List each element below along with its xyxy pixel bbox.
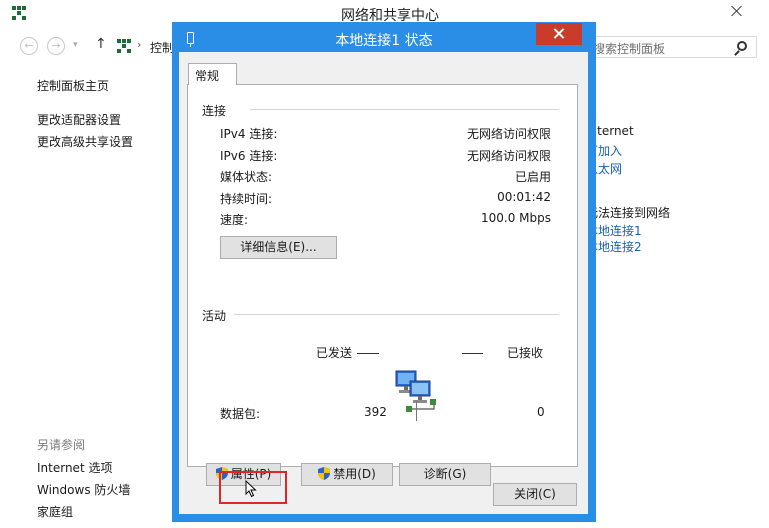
media-state-label: 媒体状态: [220, 170, 273, 184]
mouse-cursor-icon [245, 480, 257, 498]
search-input[interactable]: 搜索控制面板 [585, 36, 757, 58]
network-center-app-icon [12, 6, 26, 20]
ipv4-value: 无网络访问权限 [466, 127, 551, 141]
dialog-close-button[interactable] [536, 23, 582, 45]
breadcrumb-chevron-icon[interactable]: › [137, 38, 141, 51]
network-computers-icon [395, 370, 436, 412]
tab-general-label: 常规 [195, 69, 220, 83]
connection-group-header: 连接 [202, 104, 227, 118]
details-button[interactable]: 详细信息(E)... [220, 236, 337, 259]
diagnose-button[interactable]: 诊断(G) [399, 463, 491, 486]
sent-label: 已发送 [316, 346, 353, 360]
speed-label: 速度: [220, 213, 249, 227]
received-line [462, 353, 483, 354]
activity-divider [234, 314, 559, 315]
duration-label: 持续时间: [220, 192, 273, 206]
recent-dropdown-icon[interactable]: ▾ [73, 40, 78, 50]
control-panel-icon [117, 39, 131, 53]
packets-received-value: 0 [537, 405, 545, 419]
disable-button-label: 禁用(D) [333, 467, 376, 481]
sidebar-change-adapter-link[interactable]: 更改适配器设置 [37, 111, 121, 128]
tab-general[interactable]: 常规 [188, 63, 237, 85]
forward-arrow-icon[interactable]: → [47, 37, 65, 55]
duration-value: 00:01:42 [497, 190, 551, 204]
internet-options-link[interactable]: Internet 选项 [37, 459, 112, 476]
close-icon[interactable] [712, 1, 762, 21]
sidebar-advanced-sharing-link[interactable]: 更改高级共享设置 [37, 133, 133, 150]
packets-sent-value: 392 [364, 405, 387, 419]
media-state-value: 已启用 [514, 170, 551, 184]
ipv6-value: 无网络访问权限 [466, 149, 551, 163]
activity-group-header: 活动 [202, 309, 227, 323]
search-placeholder: 搜索控制面板 [593, 42, 666, 56]
ipv4-label: IPv4 连接: [220, 127, 278, 141]
back-arrow-icon[interactable]: ← [20, 37, 38, 55]
homegroup-link[interactable]: 家庭组 [37, 503, 73, 520]
connection-status-dialog: 本地连接1 状态 常规 连接 IPv4 连接: 无网络访问权限 IPv6 连接:… [172, 22, 596, 522]
dialog-body: 常规 连接 IPv4 连接: 无网络访问权限 IPv6 连接: 无网络访问权限 … [179, 52, 588, 514]
connection-divider [250, 109, 559, 110]
general-panel: 连接 IPv4 连接: 无网络访问权限 IPv6 连接: 无网络访问权限 媒体状… [187, 84, 578, 486]
speed-value: 100.0 Mbps [480, 211, 551, 225]
ipv6-label: IPv6 连接: [220, 149, 278, 163]
activity-separator [416, 401, 417, 421]
up-arrow-icon[interactable]: ↑ [95, 36, 107, 52]
disable-button[interactable]: 禁用(D) [301, 463, 393, 486]
dialog-title: 本地连接1 状态 [335, 33, 433, 49]
search-icon[interactable] [737, 41, 747, 51]
sidebar-home-link[interactable]: 控制面板主页 [37, 77, 109, 94]
packets-label: 数据包: [220, 407, 261, 421]
close-button[interactable]: 关闭(C) [493, 483, 577, 506]
see-also-header: 另请参阅 [37, 438, 86, 452]
received-label: 已接收 [507, 346, 544, 360]
uac-shield-icon [318, 467, 331, 480]
windows-firewall-link[interactable]: Windows 防火墙 [37, 481, 130, 498]
breadcrumb[interactable]: 控制 [150, 39, 174, 56]
no-network-text: 无法连接到网络 [586, 206, 671, 220]
sent-line [357, 353, 379, 354]
